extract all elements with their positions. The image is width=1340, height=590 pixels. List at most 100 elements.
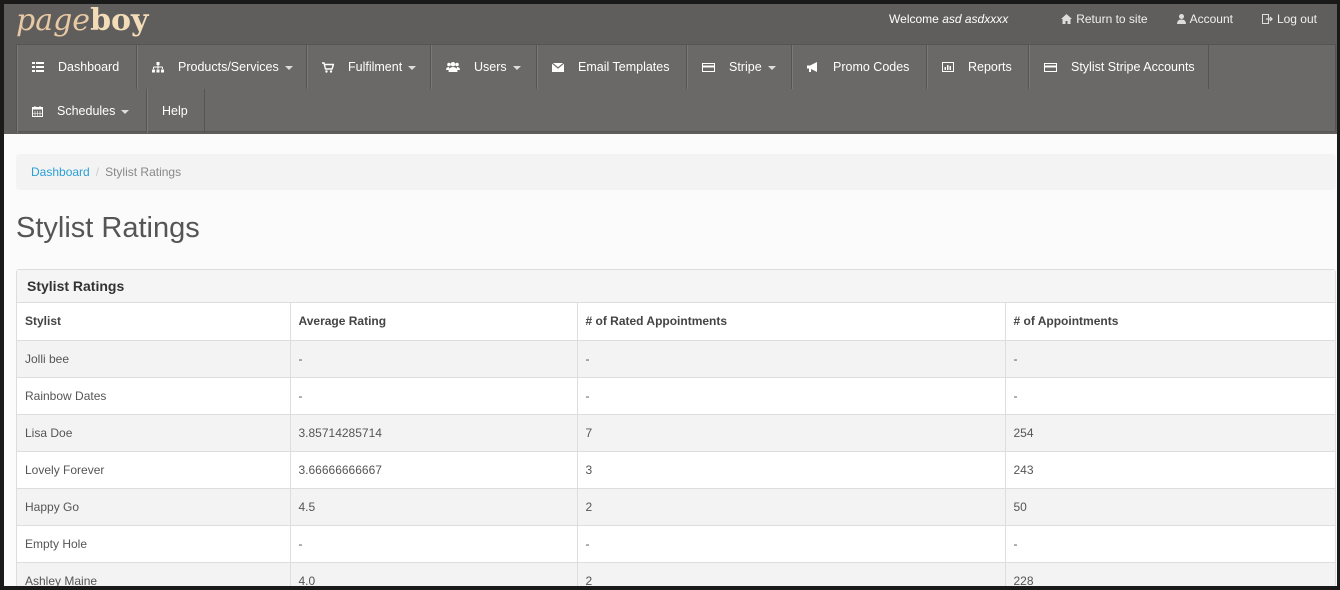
cell-rated-appointments: - [577,525,1006,563]
nav-reports[interactable]: Reports [927,45,1029,89]
nav-wrapper: Dashboard Products/Services Fulfilment U… [4,44,1337,134]
home-icon [1061,14,1073,24]
cell-appointments: - [1005,377,1335,415]
breadcrumb: Dashboard / Stylist Ratings [16,154,1336,190]
main-nav: Dashboard Products/Services Fulfilment U… [16,44,1336,133]
app-frame: pageboy Welcome asd asdxxxx Return to si… [4,4,1337,586]
nav-promo-codes[interactable]: Promo Codes [792,45,927,89]
cell-rated-appointments: 2 [577,488,1006,526]
welcome-prefix: Welcome [889,12,939,26]
cell-stylist: Ashley Maine [17,562,291,586]
cell-stylist: Jolli bee [17,340,291,378]
nav-email-templates-label: Email Templates [578,60,670,74]
cell-average-rating: 4.5 [290,488,578,526]
column-header-appointments[interactable]: # of Appointments [1005,303,1335,341]
nav-products[interactable]: Products/Services [137,45,307,89]
pageboy-logo[interactable]: pageboy [16,4,148,38]
credit-card-icon [702,62,715,72]
breadcrumb-dashboard-link[interactable]: Dashboard [31,165,90,179]
cell-rated-appointments: - [577,340,1006,378]
chevron-down-icon [121,110,130,114]
cart-icon [322,61,334,73]
envelope-icon [552,62,564,72]
cell-appointments: 228 [1005,562,1335,586]
welcome-user: asd asdxxxx [942,12,1009,26]
cell-appointments: - [1005,525,1335,563]
user-icon [1176,14,1186,24]
logout-link[interactable]: Log out [1261,12,1317,26]
cell-appointments: - [1005,340,1335,378]
cell-average-rating: - [290,340,578,378]
cell-stylist: Happy Go [17,488,291,526]
nav-dashboard-label: Dashboard [58,60,120,74]
cell-stylist: Lisa Doe [17,414,291,452]
sitemap-icon [152,61,164,72]
logout-label: Log out [1276,12,1317,26]
nav-fulfilment-label: Fulfilment [348,60,403,74]
nav-fulfilment[interactable]: Fulfilment [307,45,431,89]
cell-rated-appointments: 3 [577,451,1006,489]
nav-stripe[interactable]: Stripe [687,45,792,89]
table-row: Lisa Doe 3.85714285714 7 254 [17,414,1335,452]
nav-products-label: Products/Services [178,60,279,74]
chevron-down-icon [512,66,521,70]
nav-stylist-stripe-accounts[interactable]: Stylist Stripe Accounts [1029,45,1209,89]
table-row: Ashley Maine 4.0 2 228 [17,562,1335,586]
breadcrumb-separator: / [95,165,100,179]
nav-stylist-stripe-label: Stylist Stripe Accounts [1071,60,1195,74]
welcome-text: Welcome asd asdxxxx [889,12,1008,26]
table-row: Rainbow Dates - - - [17,377,1335,415]
chevron-down-icon [408,66,417,70]
nav-help-label: Help [162,104,188,118]
column-header-stylist[interactable]: Stylist [17,303,291,341]
cell-stylist: Lovely Forever [17,451,291,489]
nav-users[interactable]: Users [431,45,537,89]
bar-chart-icon [942,62,954,72]
page-title: Stylist Ratings [16,212,200,244]
cell-average-rating: 3.66666666667 [290,451,578,489]
nav-email-templates[interactable]: Email Templates [537,45,687,89]
nav-users-label: Users [474,60,507,74]
chevron-down-icon [284,66,293,70]
chevron-down-icon [767,66,776,70]
nav-reports-label: Reports [968,60,1012,74]
table-row: Jolli bee - - - [17,340,1335,378]
table-header-row: Stylist Average Rating # of Rated Appoin… [17,303,1335,341]
cell-appointments: 254 [1005,414,1335,452]
account-link[interactable]: Account [1176,12,1233,26]
breadcrumb-current: Stylist Ratings [105,165,182,179]
top-links: Welcome asd asdxxxx Return to site Accou… [889,4,1317,34]
list-icon [32,62,44,72]
cell-average-rating: 4.0 [290,562,578,586]
nav-schedules[interactable]: Schedules [17,89,147,133]
cell-average-rating: - [290,525,578,563]
cell-rated-appointments: 2 [577,562,1006,586]
logo-text-boy: boy [90,4,149,38]
nav-dashboard[interactable]: Dashboard [17,45,137,89]
cell-average-rating: - [290,377,578,415]
cell-rated-appointments: 7 [577,414,1006,452]
column-header-average-rating[interactable]: Average Rating [290,303,578,341]
cell-rated-appointments: - [577,377,1006,415]
nav-stripe-label: Stripe [729,60,762,74]
table-row: Happy Go 4.5 2 50 [17,488,1335,526]
ratings-panel: Stylist Ratings Stylist Average Rating #… [16,269,1336,586]
nav-promo-codes-label: Promo Codes [833,60,910,74]
account-label: Account [1189,12,1233,26]
calendar-icon [32,105,43,117]
cell-stylist: Rainbow Dates [17,377,291,415]
return-to-site-link[interactable]: Return to site [1061,12,1148,26]
bullhorn-icon [807,62,817,72]
nav-help[interactable]: Help [147,89,205,133]
cell-average-rating: 3.85714285714 [290,414,578,452]
return-label: Return to site [1076,12,1148,26]
cell-appointments: 50 [1005,488,1335,526]
logo-text-page: page [16,4,91,38]
cell-stylist: Empty Hole [17,525,291,563]
column-header-rated-appointments[interactable]: # of Rated Appointments [577,303,1006,341]
cell-appointments: 243 [1005,451,1335,489]
ratings-table: Stylist Average Rating # of Rated Appoin… [17,303,1335,586]
users-icon [446,62,460,72]
top-bar: pageboy Welcome asd asdxxxx Return to si… [4,4,1337,44]
table-row: Empty Hole - - - [17,525,1335,563]
